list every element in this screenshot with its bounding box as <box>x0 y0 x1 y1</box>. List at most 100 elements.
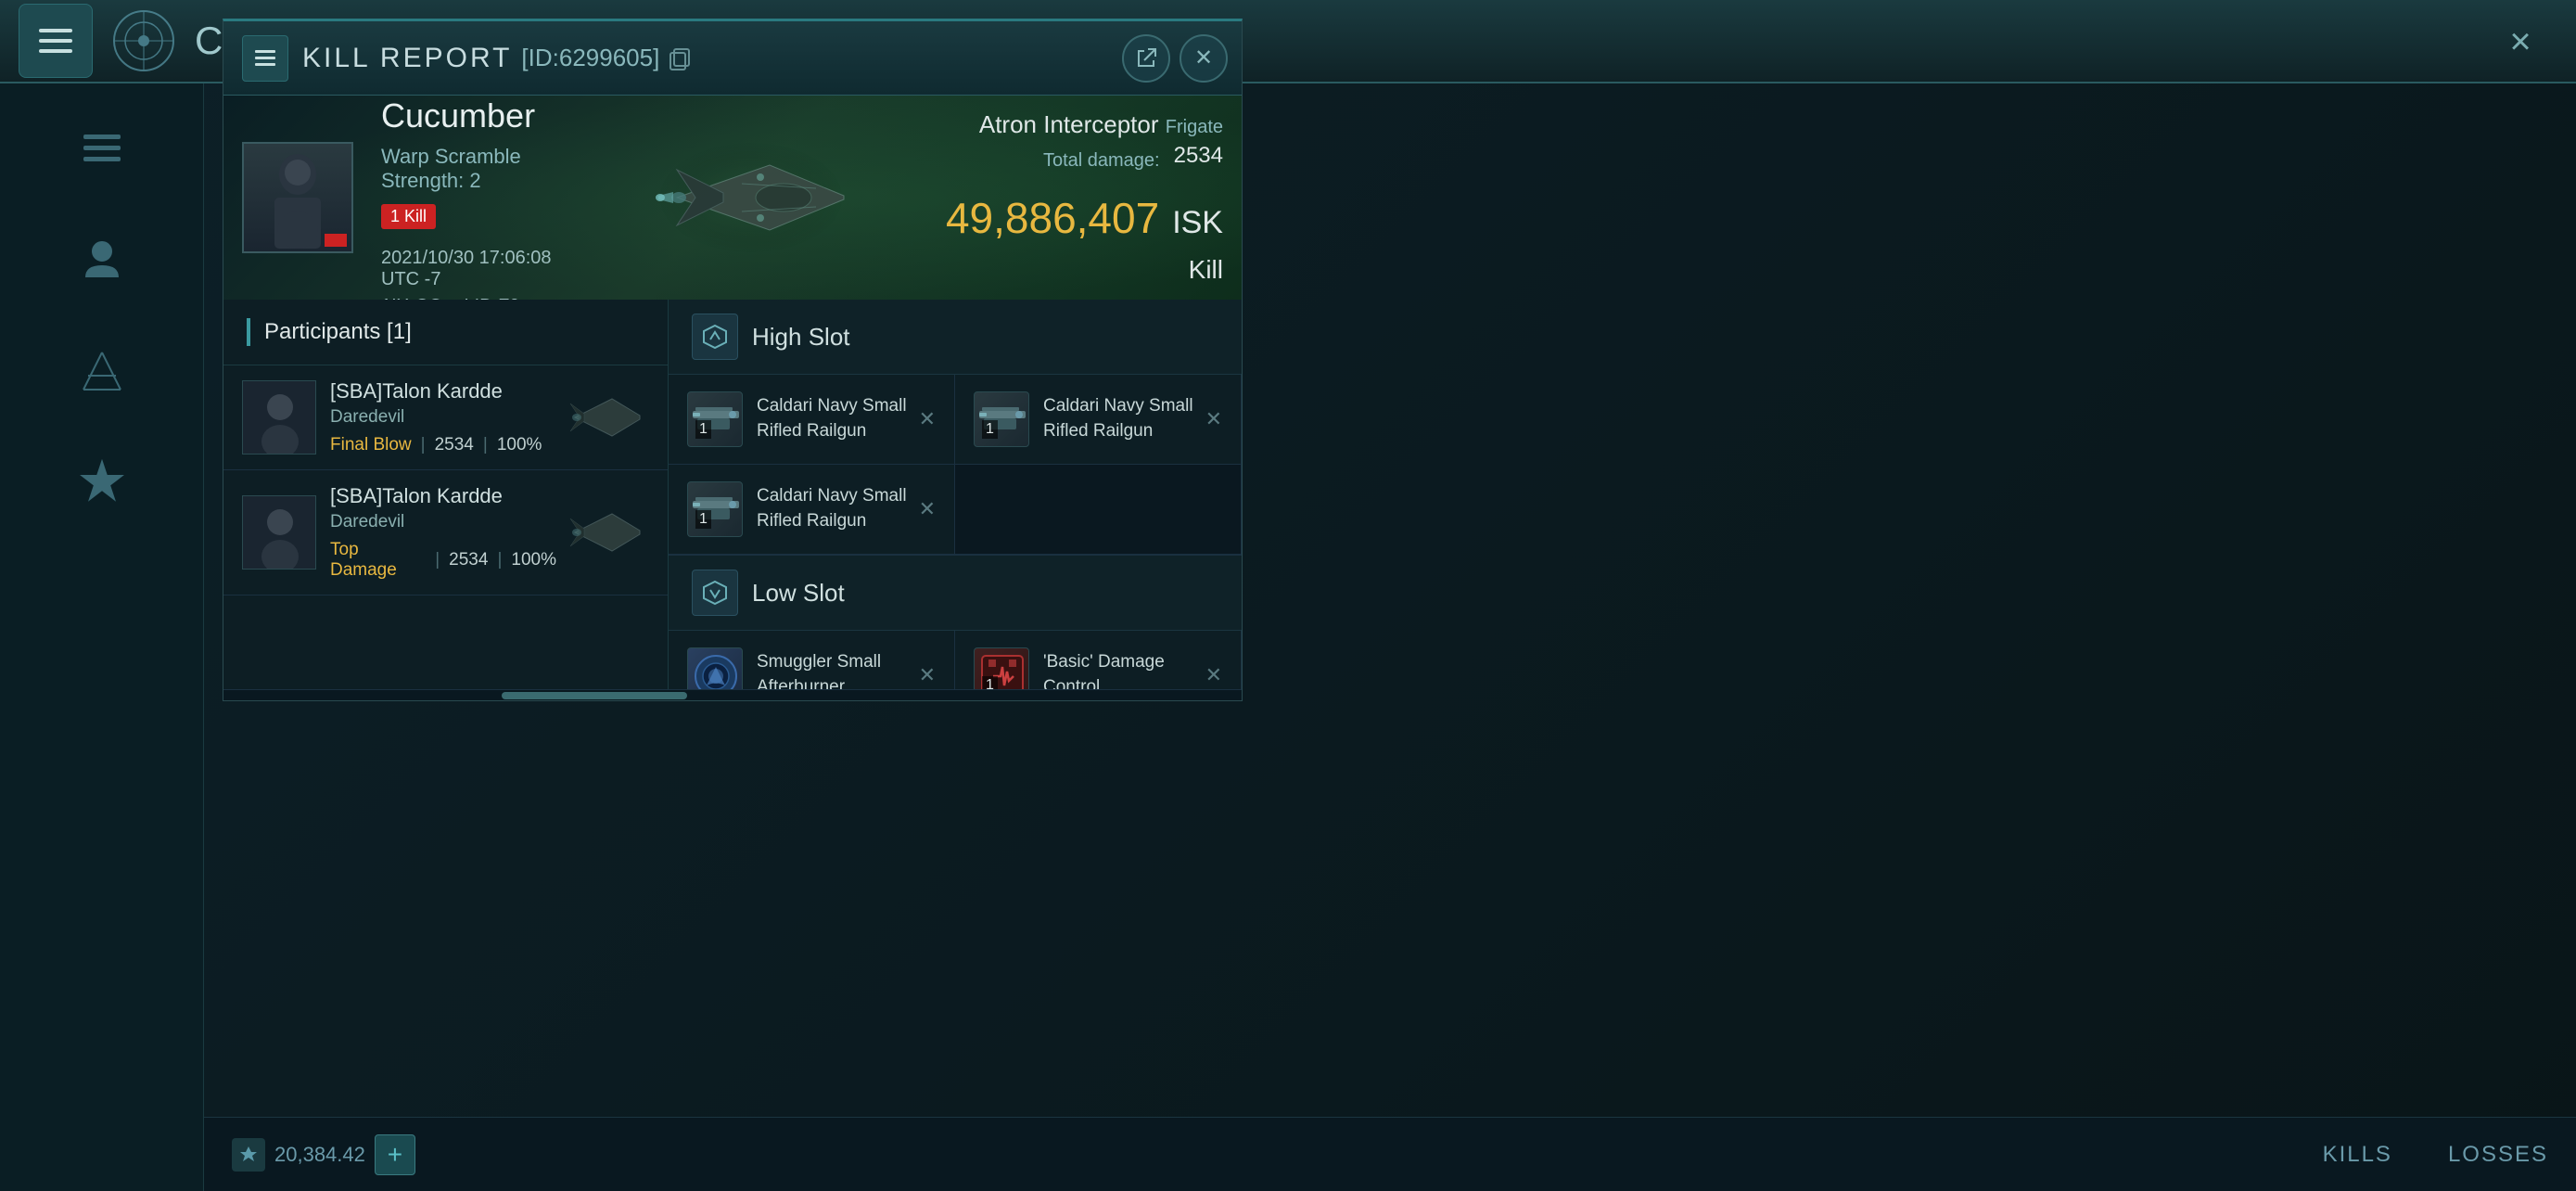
sidebar-item-bio[interactable] <box>65 223 139 297</box>
participants-title: Participants [1] <box>264 319 412 345</box>
isk-value: 49,886,407 <box>946 197 1159 239</box>
participant-ship-img-2 <box>556 505 649 560</box>
item-icon-railgun-3: 1 <box>687 481 743 537</box>
item-icon-afterburner <box>687 647 743 689</box>
hero-info: [DAFT]Lucid Cucumber Warp Scramble Stren… <box>372 96 576 300</box>
item-close-1[interactable]: ✕ <box>919 407 936 431</box>
item-icon-damage-ctrl: 1 <box>974 647 1029 689</box>
pilot-avatar <box>242 142 353 253</box>
bottom-right-stats: Kills Losses <box>2323 1142 2548 1168</box>
equipment-panel[interactable]: High Slot 1 <box>669 300 1242 689</box>
participant-name-2: [SBA]Talon Kardde <box>330 484 556 508</box>
ship-image-area <box>576 96 927 300</box>
participant-damage-1: 2534 <box>435 435 474 455</box>
high-slot-item-2: 1 Caldari Navy Small Rifled Railgun ✕ <box>955 375 1242 465</box>
stat-icon <box>232 1138 265 1172</box>
damage-label: Total damage: <box>1043 150 1160 172</box>
participant-ship-2: Daredevil <box>330 512 556 532</box>
low-slot-title: Low Slot <box>752 579 845 608</box>
item-qty-1: 1 <box>695 420 711 439</box>
low-slot-icon <box>692 570 738 616</box>
modal-title: KILL REPORT <box>302 43 512 74</box>
item-close-2[interactable]: ✕ <box>1205 407 1222 431</box>
menu-button[interactable] <box>19 4 93 78</box>
modal-content: Participants [1] [SBA]Talon Kardde Dared… <box>223 300 1242 689</box>
item-name-damage-ctrl: 'Basic' Damage Control <box>1043 650 1196 689</box>
participant-avatar-2 <box>242 495 316 570</box>
kill-badge: 1 Kill <box>381 204 436 229</box>
logo-icon <box>111 8 176 73</box>
low-slot-items: Smuggler Small Afterburner ✕ 1 <box>669 631 1242 689</box>
modal-header: KILL REPORT [ID:6299605] ✕ <box>223 21 1242 96</box>
close-app-button[interactable]: × <box>2493 14 2548 70</box>
ship-image <box>603 114 899 281</box>
stat-value: 20,384.42 <box>274 1143 365 1167</box>
high-slot-item-4 <box>955 465 1242 555</box>
modal-id: [ID:6299605] <box>521 44 659 72</box>
external-link-button[interactable] <box>1122 34 1170 83</box>
participant-row: [SBA]Talon Kardde Daredevil Final Blow |… <box>223 365 668 470</box>
high-slot-item-1: 1 Caldari Navy Small Rifled Railgun ✕ <box>669 375 955 465</box>
sidebar <box>0 83 204 1191</box>
participant-ship-1: Daredevil <box>330 407 556 428</box>
close-icon: ✕ <box>1194 45 1213 71</box>
final-blow-label: Final Blow <box>330 435 412 455</box>
top-damage-label: Top Damage <box>330 540 426 581</box>
kill-type: Kill <box>946 255 1223 285</box>
pilot-name: [DAFT]Lucid Cucumber <box>381 96 567 135</box>
high-slot-icon <box>692 314 738 360</box>
damage-value: 2534 <box>1174 143 1223 169</box>
modal-close-button[interactable]: ✕ <box>1180 34 1228 83</box>
participant-info-2: [SBA]Talon Kardde Daredevil Top Damage |… <box>330 484 556 581</box>
item-close-dc[interactable]: ✕ <box>1205 663 1222 687</box>
item-name-afterburner: Smuggler Small Afterburner <box>757 650 910 689</box>
modal-scrollbar[interactable] <box>223 689 1242 700</box>
modal-menu-button[interactable] <box>242 35 288 82</box>
header-accent <box>247 318 250 346</box>
item-close-ab[interactable]: ✕ <box>919 663 936 687</box>
item-qty-dc: 1 <box>982 676 998 689</box>
item-name-railgun-1: Caldari Navy Small Rifled Railgun <box>757 394 910 443</box>
low-slot-header: Low Slot <box>669 556 1242 631</box>
high-slot-title: High Slot <box>752 323 850 352</box>
low-slot-item-1: Smuggler Small Afterburner ✕ <box>669 631 955 689</box>
sidebar-item-menu[interactable] <box>65 111 139 186</box>
high-slot-section: High Slot 1 <box>669 300 1242 556</box>
high-slot-item-3: 1 Caldari Navy Small Rifled Railgun ✕ <box>669 465 955 555</box>
participant-pct-1: 100% <box>497 435 542 455</box>
sidebar-item-combat[interactable] <box>65 334 139 408</box>
participants-header: Participants [1] <box>223 300 668 365</box>
add-stat-button[interactable]: + <box>375 1134 415 1175</box>
item-qty-2: 1 <box>982 420 998 439</box>
item-icon-railgun-2: 1 <box>974 391 1029 447</box>
high-slot-header: High Slot <box>669 300 1242 375</box>
bottom-bar: 20,384.42 + Kills Losses <box>204 1117 2576 1191</box>
losses-label: Losses <box>2448 1142 2548 1168</box>
kill-hero: [DAFT]Lucid Cucumber Warp Scramble Stren… <box>223 96 1242 300</box>
participants-panel: Participants [1] [SBA]Talon Kardde Dared… <box>223 300 669 689</box>
item-close-3[interactable]: ✕ <box>919 497 936 521</box>
bottom-stat-value: 20,384.42 + <box>232 1134 415 1175</box>
participant-ship-img-1 <box>556 390 649 445</box>
scrollbar-thumb[interactable] <box>502 692 687 699</box>
kill-datetime: 2021/10/30 17:06:08 UTC -7 <box>381 248 567 290</box>
kill-location: 1IX-CO < LIB-F9 < Branch <box>381 296 567 301</box>
participant-pct-2: 100% <box>511 550 556 570</box>
item-name-railgun-3: Caldari Navy Small Rifled Railgun <box>757 484 910 533</box>
low-slot-section: Low Slot Smuggler Small <box>669 556 1242 689</box>
participant-avatar-1 <box>242 380 316 455</box>
modal-actions: ✕ <box>1122 34 1228 83</box>
participant-info-1: [SBA]Talon Kardde Daredevil Final Blow |… <box>330 379 556 455</box>
warp-scramble: Warp Scramble Strength: 2 <box>381 145 567 193</box>
participant-stats-2: Top Damage | 2534 | 100% <box>330 540 556 581</box>
sidebar-item-medals[interactable] <box>65 445 139 519</box>
participant-name-1: [SBA]Talon Kardde <box>330 379 556 403</box>
low-slot-item-2: 1 'Basic' Damage Control ✕ <box>955 631 1242 689</box>
copy-icon <box>667 45 693 71</box>
participant-row-2: [SBA]Talon Kardde Daredevil Top Damage |… <box>223 470 668 596</box>
item-qty-3: 1 <box>695 510 711 529</box>
isk-label: ISK <box>1172 205 1223 241</box>
corp-badge <box>325 234 347 247</box>
hero-stats: Atron Interceptor Frigate Total damage: … <box>927 96 1242 300</box>
kills-label: Kills <box>2323 1142 2392 1168</box>
